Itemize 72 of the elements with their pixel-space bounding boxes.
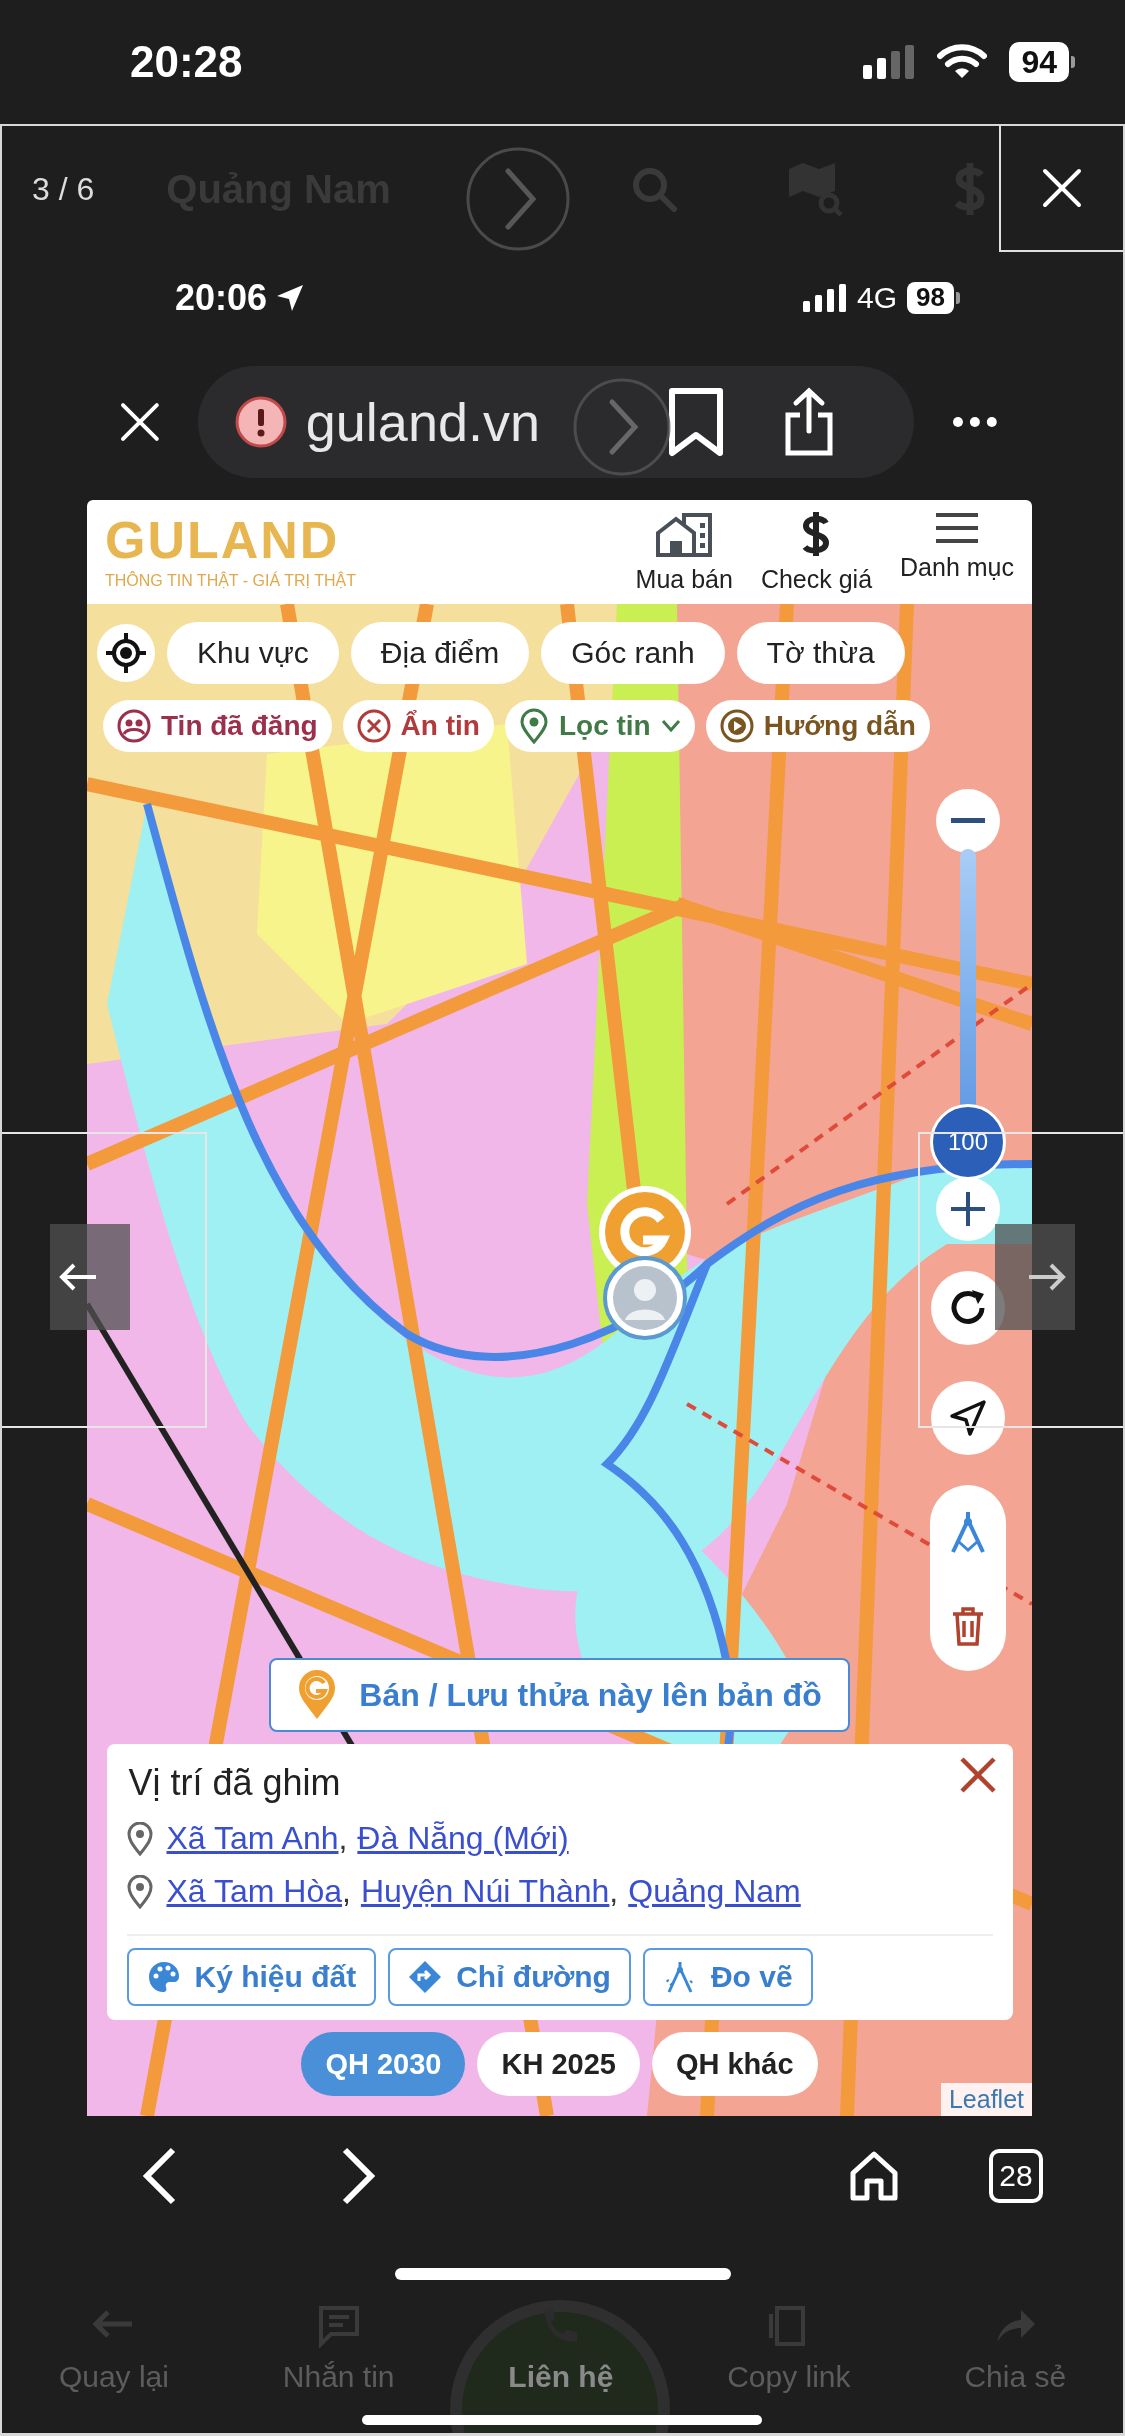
clock-time: 20:28 xyxy=(130,37,243,87)
wifi-icon xyxy=(937,44,988,80)
attribution-link[interactable]: Leaflet xyxy=(940,2083,1032,2116)
address-link[interactable]: Xã Tam Hòa xyxy=(166,1873,342,1910)
filter-chip[interactable]: Lọc tin xyxy=(504,700,695,752)
search-icon xyxy=(630,166,677,212)
close-icon xyxy=(1042,168,1082,208)
url-text: guland.vn xyxy=(305,391,540,453)
menu-icon xyxy=(936,510,978,545)
crosshair-icon xyxy=(106,633,146,673)
close-button[interactable] xyxy=(999,126,1123,252)
search-mode-tab[interactable]: Góc ranh xyxy=(541,622,725,684)
play-circle-icon xyxy=(719,709,754,743)
faded-tab-label[interactable]: Liên hệ xyxy=(508,2360,614,2394)
building-icon xyxy=(654,510,715,557)
search-mode-tab[interactable]: Tờ thừa xyxy=(736,622,905,684)
palette-icon xyxy=(146,1960,181,1994)
separator-text: , xyxy=(342,1873,351,1910)
location-pin-icon xyxy=(126,1874,153,1909)
minus-icon xyxy=(951,818,985,824)
address-link[interactable]: Quảng Nam xyxy=(628,1873,801,1910)
nav-button[interactable]: Mua bán xyxy=(635,510,733,594)
address-bar[interactable]: guland.vn xyxy=(197,366,915,478)
layer-tab[interactable]: KH 2025 xyxy=(477,2032,640,2096)
layer-tab[interactable]: QH 2030 xyxy=(301,2032,466,2096)
address-link[interactable]: Xã Tam Anh xyxy=(166,1820,339,1857)
separator-text: , xyxy=(338,1820,348,1857)
direction-diamond-icon xyxy=(408,1960,443,1994)
clock-time: 20:06 xyxy=(175,277,268,319)
separator-text: , xyxy=(609,1873,619,1910)
next-image-button[interactable] xyxy=(995,1224,1075,1330)
plus-icon xyxy=(950,1191,986,1227)
more-icon[interactable] xyxy=(952,416,998,428)
dollar-icon xyxy=(801,510,832,557)
action-button[interactable]: Đo vẽ xyxy=(642,1948,813,2006)
action-button[interactable]: Ký hiệu đất xyxy=(126,1948,377,2006)
right-arrow-icon xyxy=(1027,1262,1067,1292)
image-counter: 3 / 6 xyxy=(32,170,95,208)
save-parcel-button[interactable]: Bán / Lưu thửa này lên bản đồ xyxy=(269,1658,850,1732)
battery-indicator: 98 xyxy=(907,282,960,314)
address-link[interactable]: Đà Nẵng (Mới) xyxy=(357,1820,569,1857)
filter-chip[interactable]: Hướng dẫn xyxy=(705,700,930,752)
popup-title: Vị trí đã ghim xyxy=(128,1762,341,1804)
signal-icon xyxy=(803,284,848,312)
battery-indicator: 94 xyxy=(1009,41,1075,83)
location-arrow-icon xyxy=(275,283,306,313)
location-pin-icon xyxy=(126,1821,153,1856)
search-mode-tab[interactable]: Khu vực xyxy=(167,622,339,684)
bookmark-icon[interactable] xyxy=(668,387,724,457)
share-icon[interactable] xyxy=(784,387,834,457)
previous-image-button[interactable] xyxy=(50,1224,130,1330)
warning-icon xyxy=(233,395,288,449)
tagline-text: THÔNG TIN THẬT - GIÁ TRỊ THẬT xyxy=(105,572,356,590)
network-type: 4G xyxy=(857,281,898,315)
x-circle-icon xyxy=(356,709,391,743)
home-icon[interactable] xyxy=(849,2151,899,2201)
trash-icon[interactable] xyxy=(951,1606,985,1646)
left-arrow-icon xyxy=(58,1262,98,1292)
map-pin-icon xyxy=(297,1669,338,1721)
action-button[interactable]: Chỉ đường xyxy=(388,1948,631,2006)
chevron-down-icon xyxy=(660,719,681,733)
nav-button[interactable]: Danh mục xyxy=(900,510,1014,594)
nav-button[interactable]: Check giá xyxy=(760,510,873,594)
signal-icon xyxy=(863,45,916,79)
address-link[interactable]: Huyện Núi Thành xyxy=(360,1873,610,1910)
search-mode-tab[interactable]: Địa điểm xyxy=(350,622,530,684)
location-pin-icon xyxy=(518,708,549,744)
layer-tab[interactable]: QH khác xyxy=(651,2032,818,2096)
tabs-button[interactable]: 28 xyxy=(989,2149,1043,2203)
filter-chip[interactable]: Tin đã đăng xyxy=(103,700,332,752)
filter-chip[interactable]: Ẩn tin xyxy=(342,700,494,752)
navigation-arrow-icon xyxy=(948,1398,988,1438)
